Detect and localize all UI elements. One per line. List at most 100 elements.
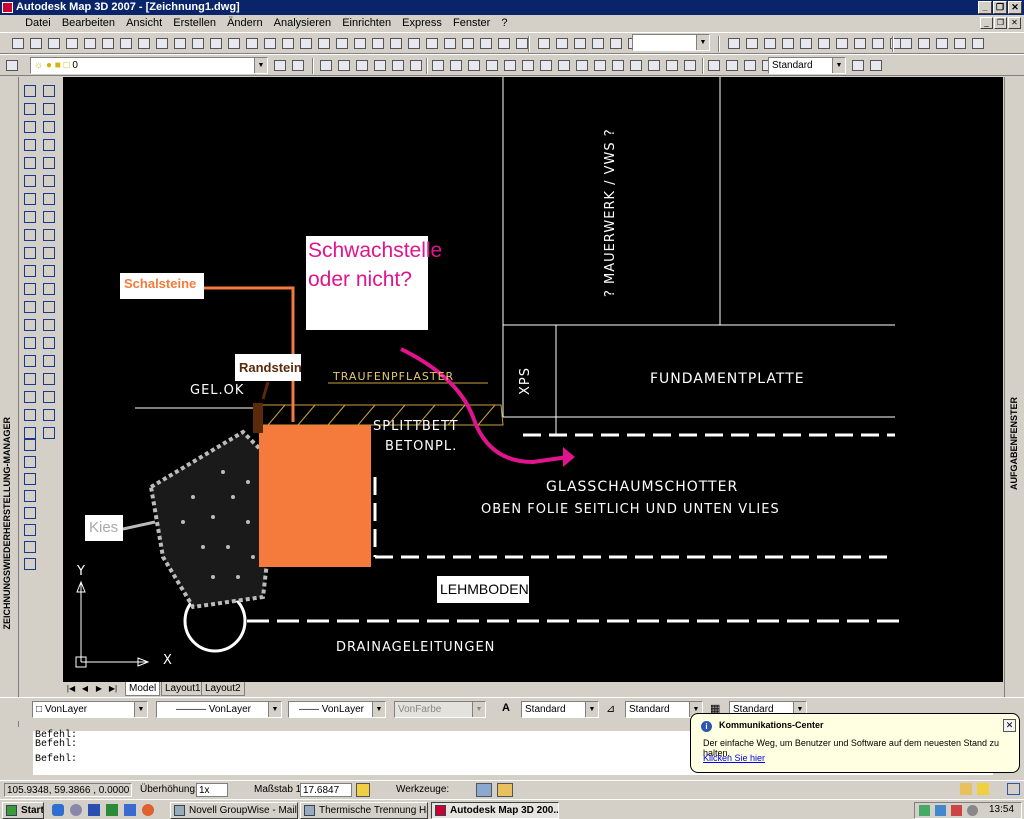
layer-tool-icon[interactable] [610, 58, 626, 73]
standard-tool-icon[interactable] [952, 36, 968, 51]
layer-tool-icon[interactable] [408, 58, 424, 73]
task-pane[interactable]: AUFGABENFENSTER [1004, 77, 1024, 727]
menu-help[interactable]: ? [497, 15, 511, 31]
dim-style-icon[interactable]: ⊿ [606, 702, 615, 715]
draw-tool-icon[interactable] [41, 155, 57, 171]
close-button[interactable]: ✕ [1008, 1, 1022, 14]
lineweight-combo[interactable]: —— VonLayer ▼ [288, 701, 386, 718]
standard-tool-icon[interactable] [460, 36, 476, 51]
tray-volume-icon[interactable] [967, 805, 978, 816]
standard-tool-icon[interactable] [726, 36, 742, 51]
draw-tool-icon[interactable] [22, 371, 38, 387]
drawing-canvas[interactable]: GEL.OK TRAUFENPFLASTER SPLITTBETT BETONP… [63, 77, 1003, 682]
text-tool-icon[interactable] [22, 471, 38, 487]
standard-tool-icon[interactable] [64, 36, 80, 51]
layer-tool-icon[interactable] [448, 58, 464, 73]
draw-tool-icon[interactable] [41, 173, 57, 189]
standard-tool-icon[interactable] [136, 36, 152, 51]
standard-tool-icon[interactable] [934, 36, 950, 51]
color-combo[interactable]: □ VonLayer ▼ [32, 701, 148, 718]
menu-express[interactable]: Express [398, 15, 446, 31]
standard-tool-icon[interactable] [280, 36, 296, 51]
draw-tool-icon[interactable] [41, 245, 57, 261]
tab-next-icon[interactable]: ▶ [93, 683, 105, 695]
standard-tool-icon[interactable] [590, 36, 606, 51]
layer-tool-icon[interactable] [538, 58, 554, 73]
draw-tool-icon[interactable] [22, 137, 38, 153]
tab-layout1[interactable]: Layout1 [161, 682, 205, 696]
draw-tool-icon[interactable] [22, 317, 38, 333]
draw-tool-icon[interactable] [22, 191, 38, 207]
layer-tool-icon[interactable] [272, 58, 288, 73]
text-tool-icon[interactable] [22, 437, 38, 453]
standard-tool-icon[interactable] [870, 36, 886, 51]
tools-label[interactable]: Werkzeuge: [396, 783, 449, 797]
standard-tool-icon[interactable] [762, 36, 778, 51]
draw-tool-icon[interactable] [22, 407, 38, 423]
comm-center-icon[interactable] [960, 783, 972, 795]
menu-aendern[interactable]: Ändern [223, 15, 266, 31]
tray-network-icon[interactable] [919, 805, 930, 816]
text-tool-icon[interactable] [22, 488, 38, 504]
balloon-link[interactable]: Klicken Sie hier [703, 753, 765, 763]
doc-minimize-button[interactable]: _ [980, 17, 993, 29]
layer-tool-icon[interactable] [372, 58, 388, 73]
text-style-combo[interactable]: Standard ▼ [768, 57, 846, 74]
standard-tool-icon[interactable] [816, 36, 832, 51]
layer-tool-icon[interactable] [318, 58, 334, 73]
exaggeration-combo[interactable]: 1x [196, 783, 228, 797]
draw-tool-icon[interactable] [41, 371, 57, 387]
draw-tool-icon[interactable] [22, 299, 38, 315]
draw-tool-icon[interactable] [22, 389, 38, 405]
standard-tool-icon[interactable] [536, 36, 552, 51]
draw-tool-icon[interactable] [41, 83, 57, 99]
draw-tool-icon[interactable] [22, 83, 38, 99]
taskbar-groupwise[interactable]: Novell GroupWise - Mailbox [170, 802, 298, 819]
layer-tool-icon[interactable] [502, 58, 518, 73]
standard-tool-icon[interactable] [352, 36, 368, 51]
layer-tool-icon[interactable] [290, 58, 306, 73]
layer-tool-icon[interactable] [574, 58, 590, 73]
draw-tool-icon[interactable] [41, 227, 57, 243]
communication-center-balloon[interactable]: i Kommunikations-Center ✕ Der einfache W… [690, 713, 1020, 773]
standard-tool-icon[interactable] [100, 36, 116, 51]
layer-tool-icon[interactable] [868, 58, 884, 73]
tab-model[interactable]: Model [125, 682, 161, 696]
standard-tool-icon[interactable] [190, 36, 206, 51]
draw-tool-icon[interactable] [41, 137, 57, 153]
draw-tool-icon[interactable] [41, 263, 57, 279]
draw-tool-icon[interactable] [41, 281, 57, 297]
standard-tool-icon[interactable] [554, 36, 570, 51]
menu-ansicht[interactable]: Ansicht [122, 15, 166, 31]
quicklaunch-word-icon[interactable] [88, 804, 100, 816]
quicklaunch-desktop-icon[interactable] [124, 804, 136, 816]
standard-tool-icon[interactable] [10, 36, 26, 51]
standard-tool-icon[interactable] [28, 36, 44, 51]
quicklaunch-ie-icon[interactable] [52, 804, 64, 816]
layout-icon[interactable] [497, 783, 513, 797]
layer-tool-icon[interactable] [646, 58, 662, 73]
menu-bearbeiten[interactable]: Bearbeiten [58, 15, 119, 31]
standard-tool-icon[interactable] [226, 36, 242, 51]
taskbar-thermische-trennung[interactable]: Thermische Trennung Ha... [300, 802, 428, 819]
scale-combo[interactable]: 17.6847 [300, 783, 352, 797]
layer-tool-icon[interactable] [4, 58, 20, 73]
standard-tool-icon[interactable] [298, 36, 314, 51]
maximize-button[interactable]: ❐ [993, 1, 1007, 14]
draw-tool-icon[interactable] [41, 209, 57, 225]
standard-tool-icon[interactable] [334, 36, 350, 51]
layer-tool-icon[interactable] [556, 58, 572, 73]
menu-fenster[interactable]: Fenster [449, 15, 494, 31]
layer-tool-icon[interactable] [520, 58, 536, 73]
quicklaunch-excel-icon[interactable] [106, 804, 118, 816]
layer-tool-icon[interactable] [664, 58, 680, 73]
draw-tool-icon[interactable] [41, 353, 57, 369]
standard-tool-icon[interactable] [852, 36, 868, 51]
tab-first-icon[interactable]: |◀ [65, 683, 77, 695]
draw-tool-icon[interactable] [22, 173, 38, 189]
tab-prev-icon[interactable]: ◀ [79, 683, 91, 695]
standard-tool-icon[interactable] [442, 36, 458, 51]
standard-tool-icon[interactable] [244, 36, 260, 51]
balloon-close-button[interactable]: ✕ [1003, 719, 1016, 732]
standard-tool-icon[interactable] [970, 36, 986, 51]
